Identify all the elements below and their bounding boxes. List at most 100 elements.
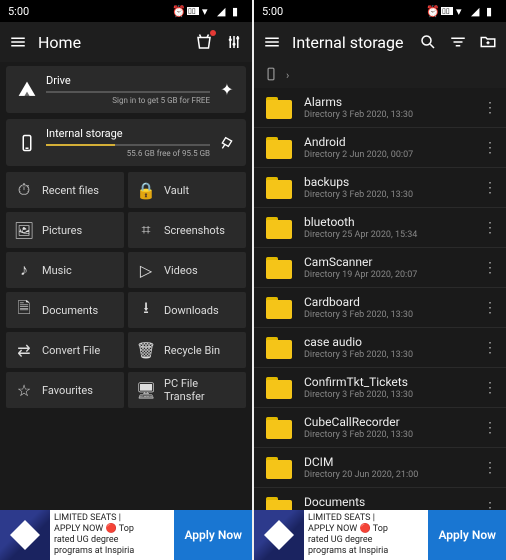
menu-icon[interactable] [262, 32, 282, 52]
status-time: 5:00 [262, 5, 283, 18]
category-label: Videos [164, 264, 198, 277]
category-vault[interactable]: 🔒Vault [128, 172, 246, 208]
more-icon[interactable]: ⋮ [480, 178, 500, 198]
folder-row[interactable]: CubeCallRecorderDirectory 3 Feb 2020, 13… [254, 408, 506, 448]
folder-icon [266, 417, 292, 439]
ad-text: LIMITED SEATS | APPLY NOW 🔴 Top rated UG… [304, 511, 428, 558]
more-icon[interactable]: ⋮ [480, 378, 500, 398]
download-icon: ⭳ [138, 302, 154, 318]
internal-card[interactable]: Internal storage 55.6 GB free of 95.5 GB [6, 119, 246, 166]
folder-row[interactable]: CardboardDirectory 3 Feb 2020, 13:30⋮ [254, 288, 506, 328]
chevron-right-icon: › [286, 69, 289, 82]
folder-icon [266, 137, 292, 159]
more-icon[interactable]: ⋮ [480, 418, 500, 438]
folder-row[interactable]: case audioDirectory 3 Feb 2020, 13:30⋮ [254, 328, 506, 368]
category-label: Documents [42, 304, 98, 317]
new-folder-icon[interactable] [478, 32, 498, 52]
music-icon: ♪ [16, 262, 32, 278]
app-bar: Internal storage [254, 22, 506, 62]
category-favourites[interactable]: ☆ Favourites [6, 372, 124, 408]
more-icon[interactable]: ⋮ [480, 298, 500, 318]
internal-bar-fill [46, 144, 115, 146]
category-label: Recent files [42, 184, 99, 197]
folder-name: DCIM [304, 455, 468, 469]
folder-name: Documents [304, 495, 468, 509]
video-icon: ▷ [138, 262, 154, 278]
menu-icon[interactable] [8, 32, 28, 52]
more-icon[interactable]: ⋮ [480, 138, 500, 158]
folder-row[interactable]: AlarmsDirectory 3 Feb 2020, 13:30⋮ [254, 88, 506, 128]
drive-card[interactable]: Drive Sign in to get 5 GB for FREE ✦ [6, 66, 246, 113]
folder-name: bluetooth [304, 215, 468, 229]
ad-banner[interactable]: LIMITED SEATS | APPLY NOW 🔴 Top rated UG… [254, 510, 506, 560]
ad-apply-button[interactable]: Apply Now [428, 510, 506, 560]
folder-row[interactable]: CamScannerDirectory 19 Apr 2020, 20:07 ⋮ [254, 248, 506, 288]
more-icon[interactable]: ⋮ [480, 98, 500, 118]
cart-icon[interactable] [194, 32, 214, 52]
file-list: AlarmsDirectory 3 Feb 2020, 13:30⋮Androi… [254, 88, 506, 560]
category-downloads[interactable]: ⭳Downloads [128, 292, 246, 328]
folder-icon [266, 457, 292, 479]
more-icon[interactable]: ⋮ [480, 218, 500, 238]
category-convert-file[interactable]: ⇄ Convert File [6, 332, 124, 368]
more-icon[interactable]: ⋮ [480, 458, 500, 478]
storage-screen: 5:00 ⏰ ▯▯ ▾ ◢ ▮ Internal storage [254, 0, 506, 560]
more-icon[interactable]: ⋮ [480, 258, 500, 278]
folder-name: ConfirmTkt_Tickets [304, 375, 468, 389]
category-screenshots[interactable]: ⌗Screenshots [128, 212, 246, 248]
ad-banner[interactable]: LIMITED SEATS | APPLY NOW 🔴 Top rated UG… [0, 510, 252, 560]
drive-badge-icon[interactable]: ✦ [218, 81, 236, 99]
category-recent-files[interactable]: ⏱ Recent files [6, 172, 124, 208]
wifi-icon: ▾ [202, 5, 214, 17]
status-bar: 5:00 ⏰ ▯▯ ▾ ◢ ▮ [0, 0, 252, 22]
folder-row[interactable]: bluetoothDirectory 25 Apr 2020, 15:34⋮ [254, 208, 506, 248]
convert-icon: ⇄ [16, 342, 32, 358]
folder-row[interactable]: ConfirmTkt_TicketsDirectory 3 Feb 2020, … [254, 368, 506, 408]
search-icon[interactable] [418, 32, 438, 52]
folder-name: Android [304, 135, 468, 149]
folder-meta: Directory 19 Apr 2020, 20:07 [304, 270, 468, 280]
sort-icon[interactable] [448, 32, 468, 52]
more-icon[interactable]: ⋮ [480, 338, 500, 358]
app-title: Home [38, 33, 184, 52]
signal-icon: ◢ [217, 5, 229, 17]
folder-icon [266, 377, 292, 399]
folder-name: backups [304, 175, 468, 189]
vibrate-icon: ▯▯ [441, 7, 453, 15]
category-recycle-bin[interactable]: 🗑Recycle Bin [128, 332, 246, 368]
folder-icon [266, 177, 292, 199]
folder-icon [266, 97, 292, 119]
folder-name: Alarms [304, 95, 468, 109]
folder-row[interactable]: DCIMDirectory 20 Jun 2020, 21:00⋮ [254, 448, 506, 488]
breadcrumb-root-icon[interactable] [264, 67, 278, 84]
category-label: Convert File [42, 344, 100, 357]
ad-image [254, 510, 304, 560]
folder-meta: Directory 3 Feb 2020, 13:30 [304, 350, 468, 360]
category-music[interactable]: ♪Music [6, 252, 124, 288]
category-label: Favourites [42, 384, 93, 397]
category-label: Pictures [42, 224, 82, 237]
breadcrumb[interactable]: › [254, 62, 506, 88]
category-videos[interactable]: ▷ Videos [128, 252, 246, 288]
ad-image [0, 510, 50, 560]
image-icon: 🖼 [16, 222, 32, 238]
category-pc-file-transfer[interactable]: 🖥PC File Transfer [128, 372, 246, 408]
equalizer-icon[interactable] [224, 32, 244, 52]
status-time: 5:00 [8, 5, 29, 18]
drive-icon [16, 79, 38, 101]
star-icon: ☆ [16, 382, 32, 398]
category-documents[interactable]: 🗎Documents [6, 292, 124, 328]
ad-apply-button[interactable]: Apply Now [174, 510, 252, 560]
folder-row[interactable]: AndroidDirectory 2 Jun 2020, 00:07⋮ [254, 128, 506, 168]
folder-meta: Directory 3 Feb 2020, 13:30 [304, 310, 468, 320]
folder-meta: Directory 3 Feb 2020, 13:30 [304, 390, 468, 400]
alarm-icon: ⏰ [172, 5, 184, 17]
folder-meta: Directory 3 Feb 2020, 13:30 [304, 190, 468, 200]
home-screen: 5:00 ⏰ ▯▯ ▾ ◢ ▮ Home [0, 0, 252, 560]
clock-icon: ⏱ [16, 182, 32, 198]
folder-row[interactable]: backupsDirectory 3 Feb 2020, 13:30 ⋮ [254, 168, 506, 208]
clean-icon[interactable] [218, 134, 236, 152]
folder-icon [266, 337, 292, 359]
category-pictures[interactable]: 🖼 Pictures [6, 212, 124, 248]
folder-name: CamScanner [304, 255, 468, 269]
